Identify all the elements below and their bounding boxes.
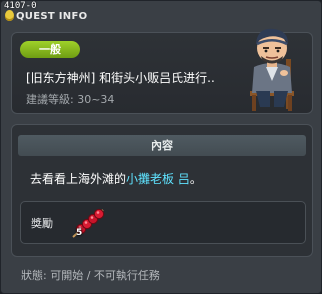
content-section-header: 內容: [18, 135, 306, 156]
quest-type-badge: 一般: [20, 41, 80, 58]
npc-portrait-icon: [250, 28, 294, 111]
quest-description: 去看看上海外滩的小攤老板 吕。: [30, 170, 202, 187]
reward-panel: 獎勵 5: [20, 201, 306, 244]
description-prefix: 去看看上海外滩的: [30, 172, 127, 186]
quest-body-panel: 內容 去看看上海外滩的小攤老板 吕。 獎勵 5: [11, 124, 313, 257]
reward-label: 獎勵: [31, 217, 53, 230]
lightbulb-icon: [5, 10, 14, 21]
npc-name-link[interactable]: 小攤老板 吕: [126, 172, 190, 186]
recommended-level: 建議等級: 30~34: [26, 93, 115, 106]
window-title: QUEST INFO: [16, 11, 88, 22]
candied-fruit-skewer-icon: [72, 208, 105, 238]
quest-name: [旧东方神州] 和街头小贩吕氏进行..: [26, 71, 215, 85]
quest-status: 狀態: 可開始 / 不可執行任務: [21, 269, 160, 282]
reward-item-count: 5: [76, 228, 83, 238]
quest-info-window: 4107-0 QUEST INFO 一般 [旧东方神州] 和街头小贩吕氏进行..…: [0, 0, 322, 294]
reward-item-slot[interactable]: 5: [69, 206, 109, 240]
quest-header-panel: 一般 [旧东方神州] 和街头小贩吕氏进行.. 建議等級: 30~34: [11, 28, 313, 114]
description-suffix: 。: [189, 172, 202, 186]
